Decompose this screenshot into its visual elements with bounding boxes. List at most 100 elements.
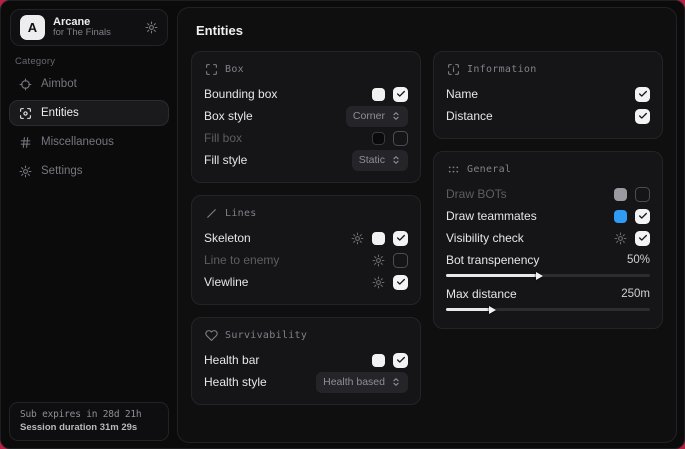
checkbox[interactable] (635, 209, 650, 224)
panel-header: Information (447, 63, 650, 76)
setting-label: Bot transpenency (446, 253, 539, 267)
setting-controls (372, 87, 408, 102)
line-icon (205, 207, 218, 220)
checkbox[interactable] (393, 353, 408, 368)
panel-box: Box Bounding box Box styleCorner Fill box Fi… (191, 51, 421, 183)
setting-controls (372, 253, 408, 268)
checkbox[interactable] (635, 109, 650, 124)
setting-controls (372, 131, 408, 146)
setting-row: Line to enemy (204, 249, 408, 271)
dropdown[interactable]: Health based (316, 372, 408, 393)
gear-icon[interactable] (145, 21, 158, 34)
slider-setting: Bot transpenency 50% (446, 251, 650, 283)
hash-icon (19, 136, 32, 149)
slider-track[interactable] (446, 274, 650, 277)
checkbox[interactable] (393, 253, 408, 268)
check-icon (396, 277, 406, 287)
slider-label-row: Max distance250m (446, 285, 650, 303)
slider-thumb[interactable] (489, 306, 496, 314)
setting-row: Visibility check (446, 227, 650, 249)
color-swatch[interactable] (614, 188, 627, 201)
setting-label: Skeleton (204, 231, 251, 245)
color-swatch[interactable] (372, 132, 385, 145)
panel-header: Lines (205, 207, 408, 220)
app-subtitle: for The Finals (53, 28, 137, 39)
dropdown-value: Static (359, 154, 385, 166)
setting-row: Draw teammates (446, 205, 650, 227)
setting-row: Box styleCorner (204, 105, 408, 127)
panel-general: General Draw BOTs Draw teammates Visibility… (433, 151, 663, 329)
setting-row: Viewline (204, 271, 408, 293)
check-icon (638, 111, 648, 121)
panel-title: Survivability (225, 330, 307, 341)
brand-text: Arcane for The Finals (53, 16, 137, 40)
sidebar-item-label: Settings (41, 165, 83, 177)
chevrons-up-down-icon (391, 155, 401, 165)
checkbox[interactable] (393, 275, 408, 290)
panel-title: Information (467, 64, 537, 75)
setting-label: Draw teammates (446, 209, 537, 223)
setting-label: Fill box (204, 131, 242, 145)
panel-title: Lines (225, 208, 257, 219)
setting-label: Bounding box (204, 87, 277, 101)
color-swatch[interactable] (372, 232, 385, 245)
gear-icon[interactable] (351, 232, 364, 245)
color-swatch[interactable] (614, 210, 627, 223)
setting-label: Health bar (204, 353, 259, 367)
sidebar-item-entities[interactable]: Entities (9, 100, 169, 126)
gear-icon[interactable] (372, 254, 385, 267)
checkbox[interactable] (393, 87, 408, 102)
setting-label: Name (446, 87, 478, 101)
setting-controls (614, 231, 650, 246)
setting-controls (635, 109, 650, 124)
setting-label: Visibility check (446, 231, 524, 245)
panel-title: Box (225, 64, 244, 75)
sub-expiry-text: Sub expires in 28d 21h (20, 409, 158, 420)
gear-icon (19, 165, 32, 178)
slider-value: 50% (627, 254, 650, 266)
gear-icon[interactable] (372, 276, 385, 289)
checkbox[interactable] (635, 87, 650, 102)
sidebar-item-settings[interactable]: Settings (9, 158, 169, 184)
setting-label: Health style (204, 375, 267, 389)
setting-controls (351, 231, 408, 246)
color-swatch[interactable] (372, 354, 385, 367)
dropdown[interactable]: Static (352, 150, 408, 171)
setting-label: Draw BOTs (446, 187, 507, 201)
chevrons-up-down-icon (391, 111, 401, 121)
setting-row: Draw BOTs (446, 183, 650, 205)
setting-label: Max distance (446, 287, 517, 301)
grid-dots-icon (447, 163, 460, 176)
sidebar-item-miscellaneous[interactable]: Miscellaneous (9, 129, 169, 155)
dropdown-value: Corner (353, 110, 385, 122)
dropdown[interactable]: Corner (346, 106, 408, 127)
right-column: InformationNameDistanceGeneralDraw BOTsD… (433, 51, 663, 329)
slider-thumb[interactable] (536, 272, 543, 280)
setting-controls (635, 87, 650, 102)
sidebar: A Arcane for The Finals Category AimbotE… (1, 1, 177, 448)
panel-header: General (447, 163, 650, 176)
check-icon (396, 89, 406, 99)
sidebar-item-aimbot[interactable]: Aimbot (9, 71, 169, 97)
crosshair-icon (19, 78, 32, 91)
setting-controls: Static (352, 150, 408, 171)
slider-fill (446, 308, 491, 311)
slider-track[interactable] (446, 308, 650, 311)
panel-survivability: Survivability Health bar Health style Healt… (191, 317, 421, 405)
setting-row: Fill style Static (204, 149, 408, 171)
check-icon (396, 233, 406, 243)
gear-icon[interactable] (614, 232, 627, 245)
sidebar-nav: Aimbot Entities Miscellaneous Settings (9, 71, 169, 184)
checkbox[interactable] (635, 187, 650, 202)
setting-controls (614, 187, 650, 202)
setting-label: Fill style (204, 153, 247, 167)
brand-card: A Arcane for The Finals (10, 9, 168, 46)
check-icon (396, 355, 406, 365)
left-column: Box Bounding box Box styleCorner Fill box Fi… (191, 51, 421, 405)
color-swatch[interactable] (372, 88, 385, 101)
checkbox[interactable] (635, 231, 650, 246)
slider-label-row: Bot transpenency 50% (446, 251, 650, 269)
panel-columns: Box Bounding box Box styleCorner Fill box Fi… (191, 51, 663, 405)
checkbox[interactable] (393, 231, 408, 246)
checkbox[interactable] (393, 131, 408, 146)
